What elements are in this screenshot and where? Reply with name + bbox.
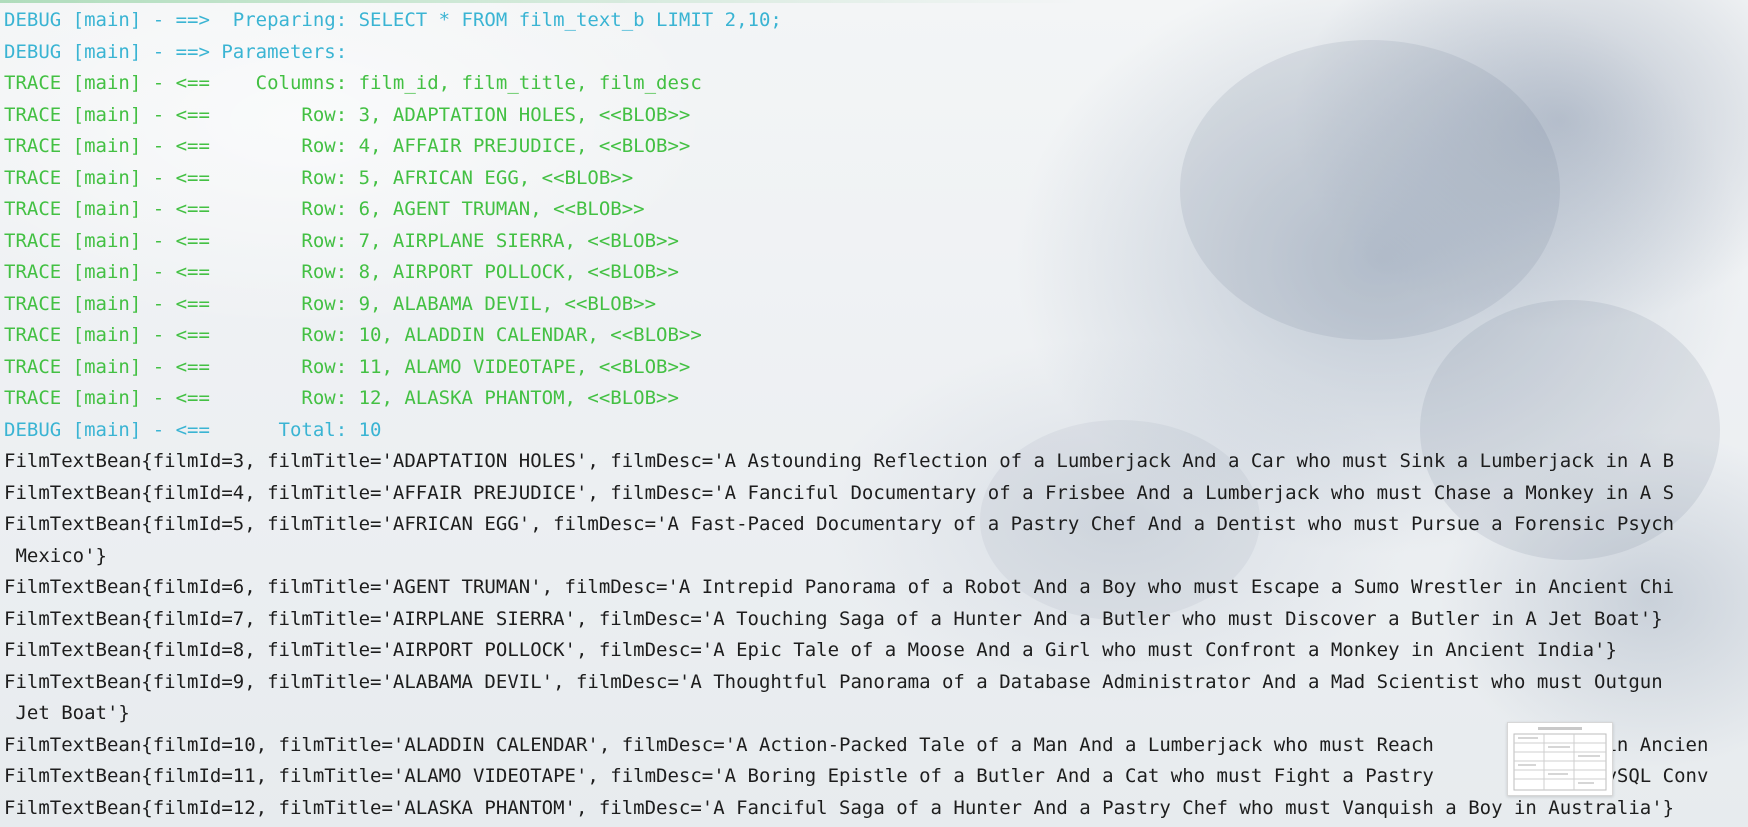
log-line: DEBUG [main] - ==> Parameters:: [4, 40, 359, 63]
output-line: Jet Boat'}: [4, 702, 130, 724]
thumbnail-preview-icon: [1508, 723, 1612, 795]
log-line: DEBUG [main] - ==> Preparing: SELECT * F…: [4, 9, 782, 31]
top-accent-bar: [0, 0, 1080, 3]
log-line: TRACE [main] - <== Row: 10, ALADDIN CALE…: [4, 324, 702, 346]
log-line: TRACE [main] - <== Row: 7, AIRPLANE SIER…: [4, 229, 679, 252]
output-line: FilmTextBean{filmId=11, filmTitle='ALAMO…: [4, 765, 1709, 787]
log-line: TRACE [main] - <== Columns: film_id, fil…: [4, 72, 702, 94]
log-line: DEBUG [main] - <== Total: 10: [4, 418, 382, 441]
log-line: TRACE [main] - <== Row: 6, AGENT TRUMAN,…: [4, 198, 645, 220]
output-line: FilmTextBean{filmId=10, filmTitle='ALADD…: [4, 733, 1709, 756]
output-line: FilmTextBean{filmId=7, filmTitle='AIRPLA…: [4, 607, 1663, 630]
output-line: Mexico'}: [4, 544, 107, 567]
log-line: TRACE [main] - <== Row: 9, ALABAMA DEVIL…: [4, 292, 657, 315]
output-line: FilmTextBean{filmId=4, filmTitle='AFFAIR…: [4, 481, 1675, 504]
output-line: FilmTextBean{filmId=5, filmTitle='AFRICA…: [4, 513, 1675, 535]
console-output[interactable]: DEBUG [main] - ==> Preparing: SELECT * F…: [4, 5, 1748, 824]
log-line: TRACE [main] - <== Row: 3, ADAPTATION HO…: [4, 103, 691, 126]
output-line: FilmTextBean{filmId=3, filmTitle='ADAPTA…: [4, 450, 1675, 472]
log-line: TRACE [main] - <== Row: 5, AFRICAN EGG, …: [4, 166, 634, 189]
output-line: FilmTextBean{filmId=8, filmTitle='AIRPOR…: [4, 639, 1617, 661]
document-thumbnail-icon[interactable]: [1507, 722, 1613, 796]
log-line: TRACE [main] - <== Row: 12, ALASKA PHANT…: [4, 387, 679, 409]
output-line: FilmTextBean{filmId=6, filmTitle='AGENT …: [4, 576, 1675, 598]
output-line: FilmTextBean{filmId=12, filmTitle='ALASK…: [4, 796, 1675, 819]
output-line: FilmTextBean{filmId=9, filmTitle='ALABAM…: [4, 670, 1663, 693]
log-line: TRACE [main] - <== Row: 11, ALAMO VIDEOT…: [4, 355, 691, 378]
log-line: TRACE [main] - <== Row: 8, AIRPORT POLLO…: [4, 261, 679, 283]
log-line: TRACE [main] - <== Row: 4, AFFAIR PREJUD…: [4, 135, 691, 157]
